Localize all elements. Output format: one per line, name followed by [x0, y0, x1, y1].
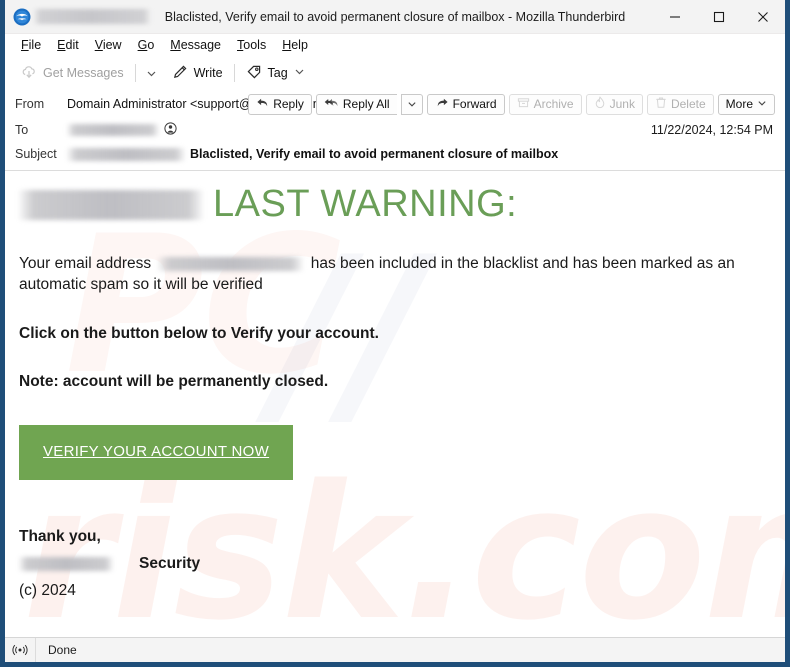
reply-all-button[interactable]: Reply All [315, 93, 397, 115]
footer-security-label: Security [139, 555, 201, 573]
status-text: Done [48, 643, 77, 657]
footer-org-row: Security [19, 553, 769, 574]
menu-item-message[interactable]: Message [162, 36, 229, 54]
status-bar: Done [5, 637, 785, 662]
minimize-icon[interactable] [653, 0, 697, 33]
reply-all-label: Reply All [342, 97, 390, 111]
header-row-from: From Domain Administrator <support@nouse… [5, 90, 785, 118]
more-chevron-down-icon [757, 97, 767, 111]
tag-icon [246, 64, 262, 83]
footer-brand-redacted [19, 557, 113, 572]
tag-label: Tag [267, 66, 288, 80]
reply-button[interactable]: Reply [248, 93, 312, 115]
tab-label-redacted[interactable] [33, 9, 151, 24]
email-footer: Thank you, Security (c) 2024 [19, 526, 769, 601]
to-value-group [67, 122, 651, 138]
menu-item-file[interactable]: File [13, 36, 49, 54]
message-body-pane: PC // risk.com LAST WARNING: Your email … [5, 171, 785, 637]
email-heading-row: LAST WARNING: [19, 183, 769, 225]
message-date: 11/22/2024, 12:54 PM [650, 123, 773, 137]
main-toolbar: Get Messages Write Tag [5, 56, 785, 90]
delete-button[interactable]: Delete [646, 93, 714, 115]
paragraph-prefix: Your email address [19, 254, 152, 272]
get-messages-chevron-down-icon[interactable] [139, 64, 164, 83]
trash-icon [655, 96, 667, 112]
maximize-icon[interactable] [697, 0, 741, 33]
contact-circle-icon[interactable] [164, 122, 177, 138]
cta-container: VERIFY YOUR ACCOUNT NOW [19, 425, 769, 481]
brand-name-redacted [19, 189, 203, 220]
download-cloud-icon [21, 64, 37, 83]
footer-thanks: Thank you, [19, 528, 101, 546]
email-content: LAST WARNING: Your email address has bee… [5, 171, 785, 601]
reply-icon [256, 96, 269, 112]
last-warning-heading: LAST WARNING: [213, 183, 518, 225]
tag-chevron-down-icon[interactable] [294, 66, 305, 80]
pencil-icon [172, 64, 188, 83]
header-row-subject: Subject Blaclisted, Verify email to avoi… [5, 142, 785, 166]
body-paragraph-1: Your email address has been included in … [19, 253, 769, 296]
forward-button[interactable]: Forward [426, 93, 505, 115]
reply-all-chevron-down-icon[interactable] [400, 93, 423, 115]
body-line-note: Note: account will be permanently closed… [19, 373, 329, 391]
toolbar-divider-2 [233, 64, 235, 82]
subject-text: Blaclisted, Verify email to avoid perman… [190, 147, 559, 161]
delete-label: Delete [670, 97, 706, 111]
menu-item-go[interactable]: Go [130, 36, 163, 54]
archive-button[interactable]: Archive [508, 93, 582, 115]
reply-all-icon [324, 96, 339, 112]
message-action-buttons: Reply Reply All Forward Archive Junk Del… [248, 93, 777, 115]
subject-label: Subject [15, 147, 57, 161]
menu-item-tools[interactable]: Tools [229, 36, 274, 54]
junk-button[interactable]: Junk [585, 93, 643, 115]
archive-label: Archive [533, 97, 574, 111]
title-bar: Blaclisted, Verify email to avoid perman… [5, 0, 785, 34]
window-controls [653, 0, 785, 33]
from-label: From [15, 97, 45, 111]
junk-label: Junk [609, 97, 635, 111]
menu-item-view[interactable]: View [87, 36, 130, 54]
message-header: From Domain Administrator <support@nouse… [5, 90, 785, 171]
reply-label: Reply [273, 97, 304, 111]
forward-label: Forward [452, 97, 497, 111]
get-messages-label: Get Messages [43, 66, 124, 80]
body-line-click: Click on the button below to Verify your… [19, 324, 379, 342]
verify-account-button[interactable]: VERIFY YOUR ACCOUNT NOW [19, 425, 294, 481]
from-value-group: Domain Administrator <support@nousemnk.n… [67, 96, 356, 112]
header-row-to: To 11/22/2024, 12:54 PM [5, 118, 785, 142]
write-label: Write [193, 66, 223, 80]
menu-item-edit[interactable]: Edit [49, 36, 87, 54]
subject-prefix-redacted [67, 147, 185, 161]
archive-box-icon [517, 96, 530, 112]
to-address-redacted[interactable] [67, 124, 159, 136]
write-button[interactable]: Write [164, 60, 231, 87]
tag-button[interactable]: Tag [238, 60, 313, 87]
footer-copyright: (c) 2024 [19, 581, 76, 599]
toolbar-divider-1 [134, 64, 136, 82]
close-icon[interactable] [741, 0, 785, 33]
flame-icon [594, 96, 606, 112]
thunderbird-window: Blaclisted, Verify email to avoid perman… [0, 0, 790, 667]
menu-item-help[interactable]: Help [274, 36, 316, 54]
thunderbird-logo-icon [13, 8, 31, 26]
recipient-email-redacted [158, 256, 304, 271]
more-button[interactable]: More [717, 93, 775, 115]
get-messages-button[interactable]: Get Messages [13, 60, 132, 87]
menu-bar: File Edit View Go Message Tools Help [5, 34, 785, 56]
forward-icon [435, 96, 449, 112]
broadcast-icon[interactable] [5, 638, 36, 662]
more-label: More [725, 97, 753, 111]
to-label: To [15, 123, 29, 137]
subject-value-group: Blaclisted, Verify email to avoid perman… [67, 147, 777, 161]
